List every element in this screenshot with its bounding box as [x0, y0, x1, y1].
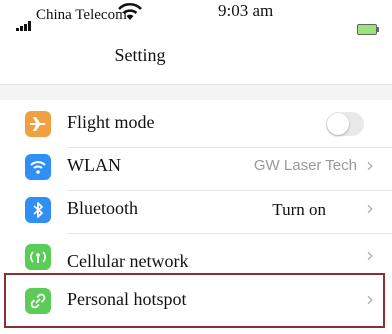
- signal-strength-icon: [16, 21, 34, 31]
- bluetooth-status: Turn on: [272, 200, 326, 219]
- battery-icon: [357, 24, 379, 35]
- settings-row-bluetooth[interactable]: Bluetooth Turn on ›: [0, 186, 392, 234]
- airplane-icon: [25, 111, 51, 137]
- settings-row-flight-mode[interactable]: Flight mode: [0, 100, 392, 148]
- bluetooth-icon: [25, 197, 51, 223]
- chevron-right-icon: ›: [366, 196, 374, 220]
- chevron-right-icon: ›: [366, 243, 374, 267]
- settings-label: WLAN: [67, 155, 121, 175]
- settings-label: Cellular network: [67, 251, 189, 271]
- highlight-box: [4, 273, 385, 328]
- wifi-status-icon: [118, 2, 142, 20]
- wlan-network-name: GW Laser Tech: [253, 157, 357, 174]
- settings-label: Flight mode: [67, 112, 155, 132]
- settings-row-wlan[interactable]: WLAN GW Laser Tech ›: [0, 143, 392, 191]
- cellular-icon: [25, 244, 51, 270]
- page-title: Setting: [114, 45, 166, 65]
- settings-row-cellular-network[interactable]: Cellular network ›: [0, 229, 392, 277]
- section-gap: [0, 85, 392, 100]
- wifi-icon: [25, 154, 51, 180]
- status-time: 9:03 am: [218, 1, 274, 20]
- settings-label: Bluetooth: [67, 198, 138, 218]
- chevron-right-icon: ›: [366, 153, 374, 177]
- carrier-name: China Telecom: [36, 7, 127, 23]
- status-bar: China Telecom 9:03 am: [0, 0, 392, 40]
- flight-mode-toggle[interactable]: [326, 112, 364, 136]
